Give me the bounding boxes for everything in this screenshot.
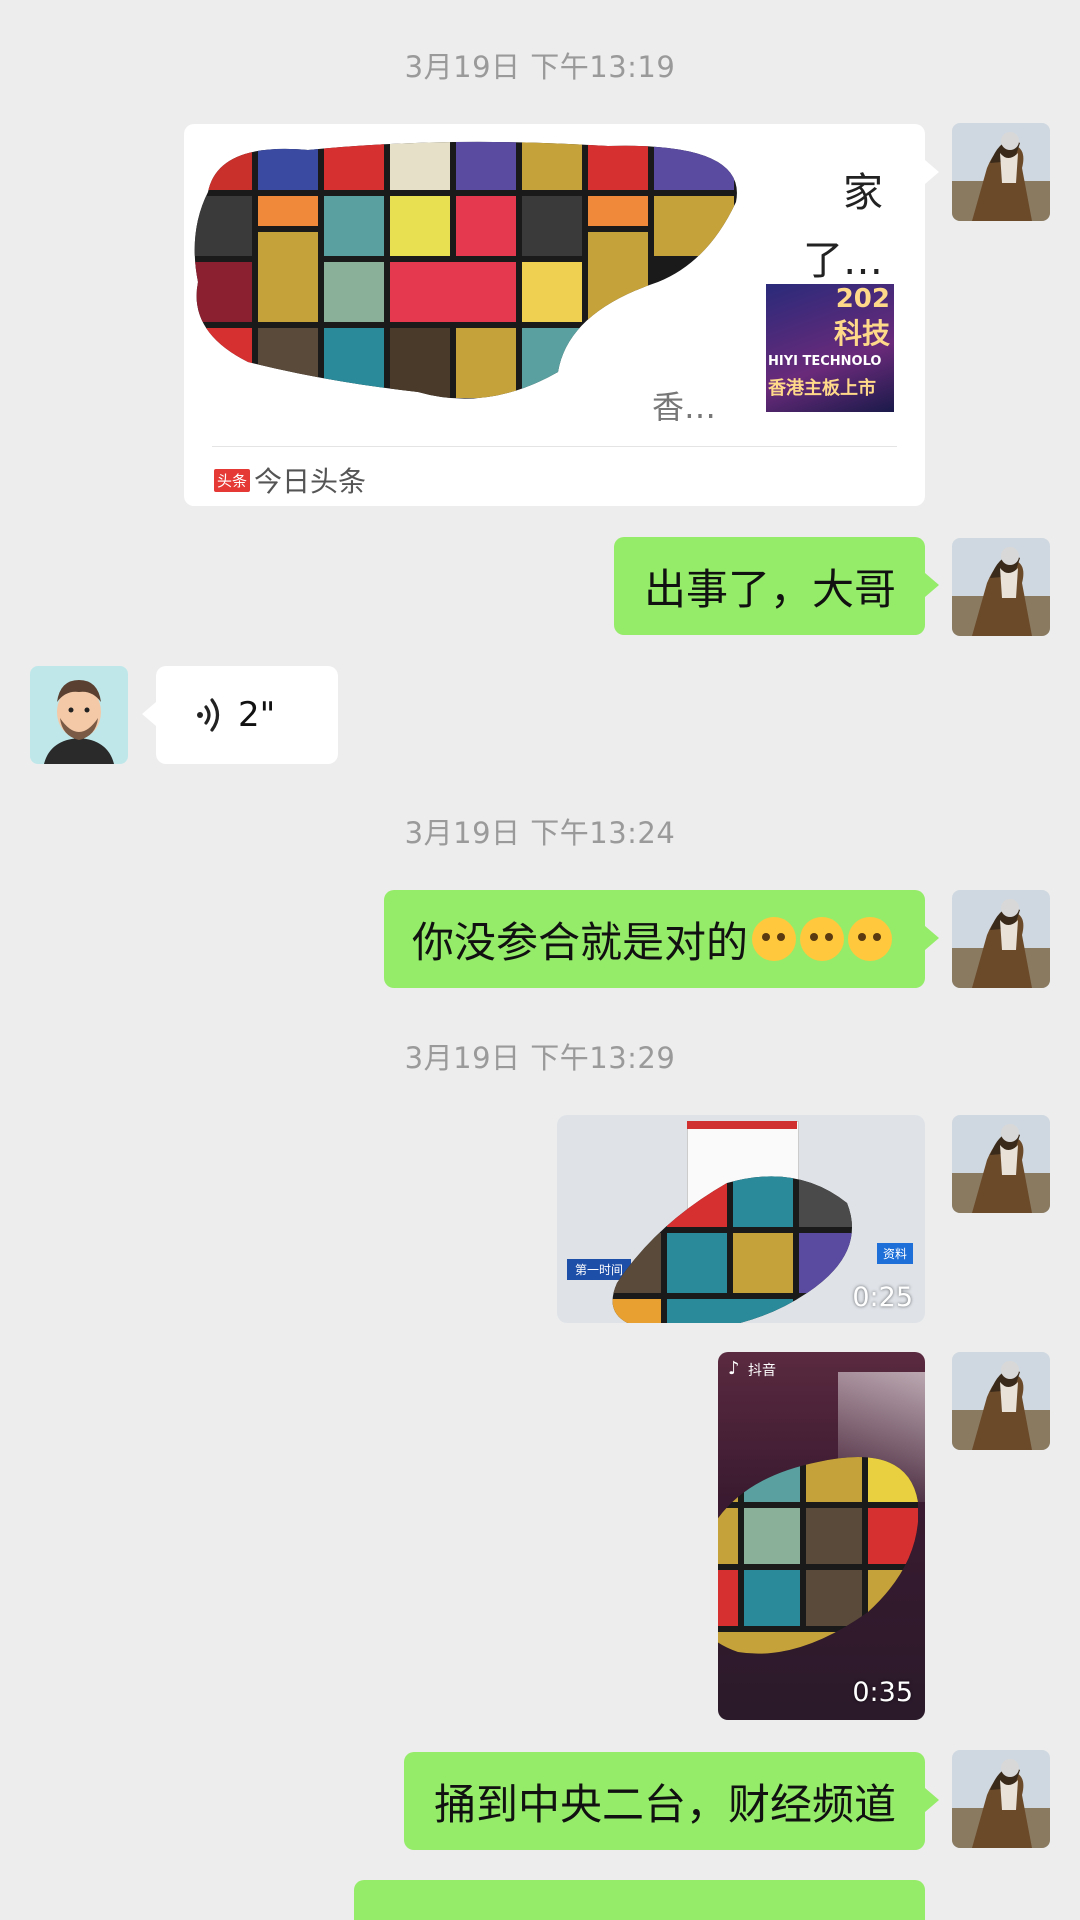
timestamp: 3月19日 下午13:19 bbox=[404, 50, 676, 84]
thumb-text: HIYI TECHNOLO bbox=[768, 354, 882, 369]
sent-message[interactable]: 出事了，大哥 bbox=[614, 537, 939, 635]
card-source: 今日头条 bbox=[254, 465, 367, 498]
thumb-text: 202 bbox=[835, 284, 890, 314]
card-title-fragment: 了… bbox=[803, 238, 883, 284]
card-title-fragment: 家 bbox=[843, 170, 883, 216]
card-thumbnail: 202 科技 HIYI TECHNOLO 香港主板上市 bbox=[766, 284, 894, 412]
smirk-emoji-icon bbox=[848, 917, 893, 961]
sent-message-partial[interactable] bbox=[354, 1880, 925, 1920]
card-divider bbox=[212, 446, 897, 447]
thumb-text: 香港主板上市 bbox=[768, 378, 876, 399]
voice-wave-icon bbox=[197, 698, 220, 732]
redaction-mosaic bbox=[194, 141, 737, 399]
sent-message[interactable]: 你没参合就是对的 bbox=[384, 890, 939, 988]
my-avatar[interactable] bbox=[952, 1352, 1050, 1450]
timestamp: 3月19日 下午13:24 bbox=[404, 816, 676, 850]
my-avatar[interactable] bbox=[952, 1750, 1050, 1848]
video-duration: 0:35 bbox=[852, 1677, 913, 1708]
thumb-text: 科技 bbox=[833, 317, 890, 350]
timestamp: 3月19日 下午13:29 bbox=[404, 1041, 676, 1075]
video-message[interactable]: 第一时间 资料 0:25 bbox=[557, 1115, 925, 1323]
toutiao-logo-icon: 头条 bbox=[214, 469, 251, 492]
video-badge: 资料 bbox=[876, 1243, 913, 1264]
shared-link-card[interactable]: 家 了… 香… 202 科技 HIYI TECHNOLO 香港主板上市 头条 今… bbox=[184, 124, 939, 506]
video-message[interactable]: ♪ 抖音 0:35 bbox=[718, 1352, 925, 1720]
sent-message[interactable]: 捅到中央二台，财经频道 bbox=[404, 1752, 939, 1850]
smirk-emoji-icon bbox=[800, 917, 845, 961]
voice-message[interactable]: 2" bbox=[142, 666, 338, 764]
message-text: 你没参合就是对的 bbox=[412, 917, 749, 967]
douyin-app-label: 抖音 bbox=[748, 1363, 776, 1379]
my-avatar[interactable] bbox=[952, 890, 1050, 988]
my-avatar[interactable] bbox=[952, 123, 1050, 221]
smirk-emoji-icon bbox=[752, 917, 797, 961]
redaction-mosaic bbox=[718, 1457, 918, 1654]
douyin-logo-icon: ♪ bbox=[728, 1358, 740, 1379]
my-avatar[interactable] bbox=[952, 1115, 1050, 1213]
redaction-mosaic bbox=[612, 1176, 852, 1323]
video-header-bar bbox=[687, 1121, 797, 1129]
video-duration: 0:25 bbox=[852, 1282, 913, 1313]
voice-duration: 2" bbox=[238, 695, 276, 735]
my-avatar[interactable] bbox=[952, 538, 1050, 636]
contact-avatar[interactable] bbox=[30, 666, 128, 764]
